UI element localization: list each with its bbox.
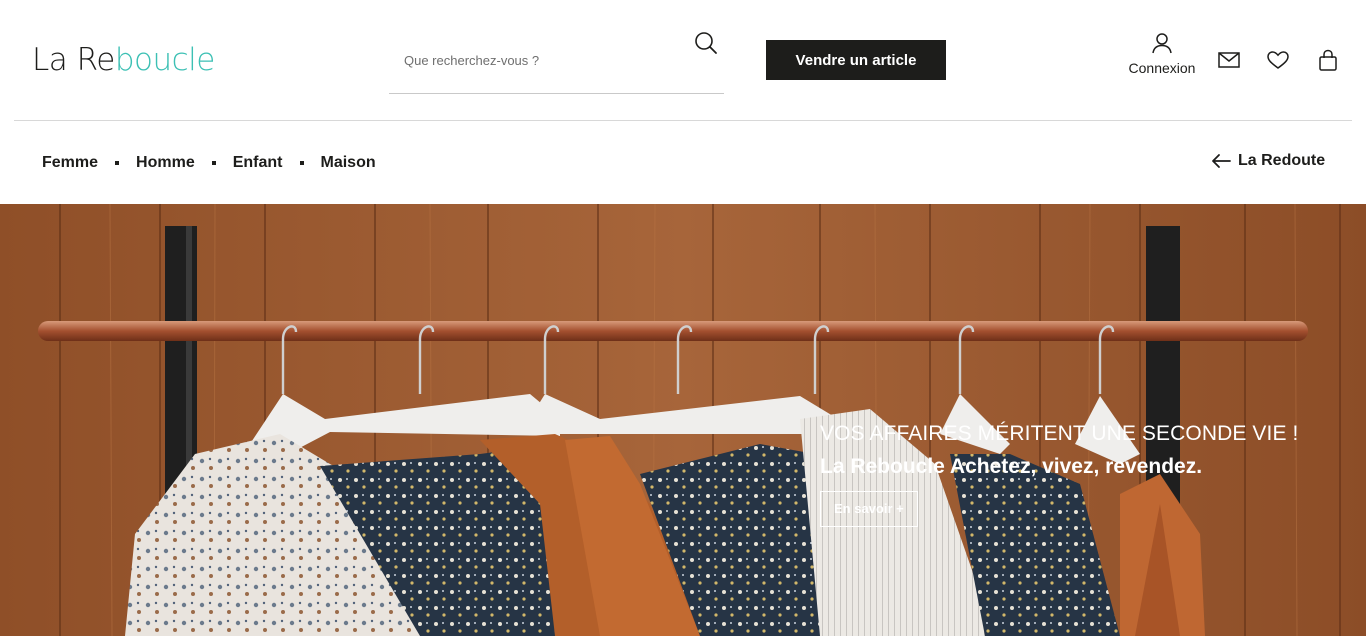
nav-item-homme[interactable]: Homme: [136, 154, 195, 172]
hero-kicker: VOS AFFAIRES MÉRITENT UNE SECONDE VIE !: [820, 422, 1299, 445]
user-icon: [1152, 33, 1172, 54]
search-icon[interactable]: [694, 31, 718, 55]
nav-item-femme[interactable]: Femme: [42, 154, 98, 172]
shopping-bag-icon[interactable]: [1316, 49, 1340, 71]
search-input[interactable]: [404, 50, 674, 70]
nav-separator: [299, 161, 304, 165]
nav-separator: [211, 161, 216, 165]
nav-item-enfant[interactable]: Enfant: [233, 154, 283, 172]
sell-item-button[interactable]: Vendre un article: [766, 40, 946, 80]
login-link[interactable]: Connexion: [1122, 32, 1202, 86]
site-header: La Reboucle Vendre un article Connexion: [0, 0, 1366, 121]
learn-more-button[interactable]: En savoir +: [820, 491, 918, 527]
la-redoute-label: La Redoute: [1238, 152, 1326, 169]
hero-title: La Reboucle Achetez, vivez, revendez.: [820, 455, 1203, 478]
heart-icon[interactable]: [1266, 49, 1290, 71]
search-bar: [389, 28, 724, 94]
login-label: Connexion: [1128, 60, 1196, 76]
hero-banner: VOS AFFAIRES MÉRITENT UNE SECONDE VIE ! …: [0, 204, 1366, 636]
hero-image: [0, 204, 1366, 636]
arrow-left-icon: [1212, 154, 1231, 168]
hero-text-block: VOS AFFAIRES MÉRITENT UNE SECONDE VIE ! …: [820, 422, 1298, 527]
header-divider: [14, 120, 1352, 121]
logo-text-dark: La Re: [32, 42, 115, 78]
brand-logo[interactable]: La Reboucle: [32, 40, 215, 80]
nav-item-maison[interactable]: Maison: [321, 154, 376, 172]
logo-text-accent: boucle: [114, 42, 216, 78]
la-redoute-link[interactable]: La Redoute: [1210, 149, 1325, 173]
category-nav: Femme Homme Enfant Maison: [42, 150, 376, 176]
nav-separator: [115, 161, 120, 165]
mail-icon[interactable]: [1217, 49, 1241, 71]
